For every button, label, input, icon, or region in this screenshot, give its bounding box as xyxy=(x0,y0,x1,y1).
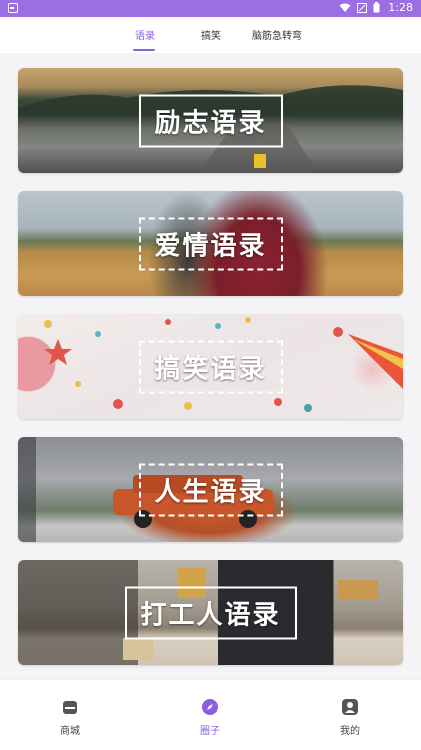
card-title: 打工人语录 xyxy=(124,586,297,639)
nav-item-profile[interactable]: 我的 xyxy=(320,698,380,737)
signal-icon xyxy=(357,2,368,13)
nav-label: 圈子 xyxy=(200,726,220,737)
card-title: 搞笑语录 xyxy=(138,340,283,393)
card-life-quotes[interactable]: 人生语录 xyxy=(18,437,403,542)
notification-icon xyxy=(8,3,18,13)
nav-item-store[interactable]: 商城 xyxy=(40,698,100,737)
card-title: 爱情语录 xyxy=(138,217,283,270)
tab-funny[interactable]: 搞笑 xyxy=(201,27,221,42)
clock: 1:28 xyxy=(388,1,413,14)
card-title: 励志语录 xyxy=(138,94,283,147)
status-bar: 1:28 xyxy=(0,0,421,17)
battery-icon xyxy=(373,2,380,13)
bottom-navigation: 商城 圈子 我的 xyxy=(0,679,421,750)
tab-brain-teasers[interactable]: 脑筋急转弯 xyxy=(252,27,302,42)
top-tab-bar: 语录 搞笑 脑筋急转弯 xyxy=(0,17,421,53)
user-icon xyxy=(342,699,358,715)
status-icons: 1:28 xyxy=(339,1,413,14)
card-funny-quotes[interactable]: 搞笑语录 xyxy=(18,314,403,419)
tab-quotes[interactable]: 语录 xyxy=(135,27,155,42)
nav-label: 商城 xyxy=(60,726,80,737)
card-worker-quotes[interactable]: 打工人语录 xyxy=(18,560,403,665)
card-motivational-quotes[interactable]: 励志语录 xyxy=(18,68,403,173)
compass-icon xyxy=(202,699,218,715)
card-love-quotes[interactable]: 爱情语录 xyxy=(18,191,403,296)
wifi-icon xyxy=(339,3,351,12)
active-tab-indicator xyxy=(133,49,155,51)
card-title: 人生语录 xyxy=(138,463,283,516)
store-icon xyxy=(63,701,77,714)
nav-label: 我的 xyxy=(340,726,360,737)
nav-item-circle[interactable]: 圈子 xyxy=(180,698,240,737)
